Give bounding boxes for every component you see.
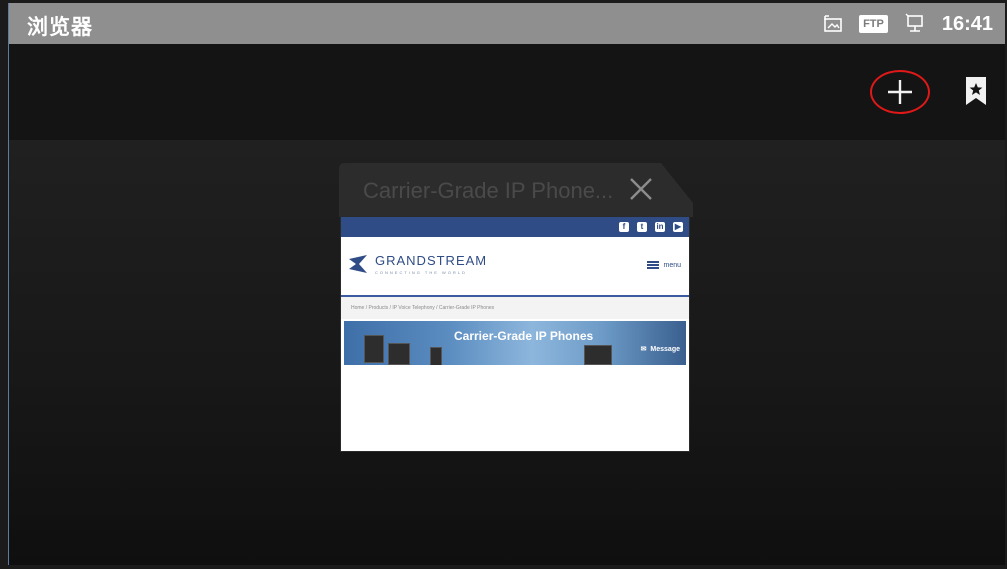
clock: 16:41 (941, 12, 993, 35)
message-label: Message (650, 346, 680, 353)
add-tab-icon (888, 80, 912, 104)
banner-title: Carrier-Grade IP Phones (454, 329, 594, 343)
network-icon (904, 13, 926, 35)
add-tab-button[interactable] (870, 70, 930, 114)
hamburger-icon (647, 261, 660, 269)
phone-image (430, 347, 442, 365)
youtube-icon: ▶ (673, 222, 683, 232)
close-tab-button[interactable] (627, 175, 655, 203)
message-button: ✉ Message (640, 346, 680, 353)
linkedin-icon: in (655, 222, 665, 232)
tab-preview[interactable]: f t in ▶ GRANDSTREAM CONNECTING THE WORL… (341, 217, 689, 451)
screenshot-icon (823, 14, 843, 34)
twitter-icon: t (637, 222, 647, 232)
status-icons: FTP 16:41 (823, 12, 993, 36)
phone-image (584, 345, 612, 365)
social-bar: f t in ▶ (341, 217, 689, 237)
site-header: GRANDSTREAM CONNECTING THE WORLD menu (341, 237, 689, 297)
facebook-icon: f (619, 222, 629, 232)
bookmark-icon (966, 77, 986, 105)
status-bar: 浏览器 FTP 16:41 (9, 3, 1005, 44)
site-banner: Carrier-Grade IP Phones ✉ Message (344, 321, 686, 365)
close-icon (630, 178, 652, 200)
phone-image (388, 343, 410, 365)
site-tagline: CONNECTING THE WORLD (375, 270, 467, 275)
tab-title: Carrier-Grade IP Phone... (363, 178, 614, 203)
browser-screen: 浏览器 FTP 16:41 Carrier-Grade IP Phone... … (8, 3, 1005, 565)
phone-image (364, 335, 384, 363)
browser-toolbar (9, 44, 1005, 140)
breadcrumb: Home / Products / IP Voice Telephony / C… (341, 297, 689, 319)
tab-card[interactable]: Carrier-Grade IP Phone... f t in ▶ GRAND… (339, 163, 693, 453)
ftp-icon: FTP (859, 15, 888, 33)
bookmarks-button[interactable] (965, 76, 987, 106)
site-logo: GRANDSTREAM (375, 253, 488, 268)
grandstream-logo-icon (349, 255, 367, 273)
app-title: 浏览器 (27, 16, 93, 39)
site-menu-button: menu (647, 261, 681, 269)
menu-label: menu (663, 261, 681, 269)
